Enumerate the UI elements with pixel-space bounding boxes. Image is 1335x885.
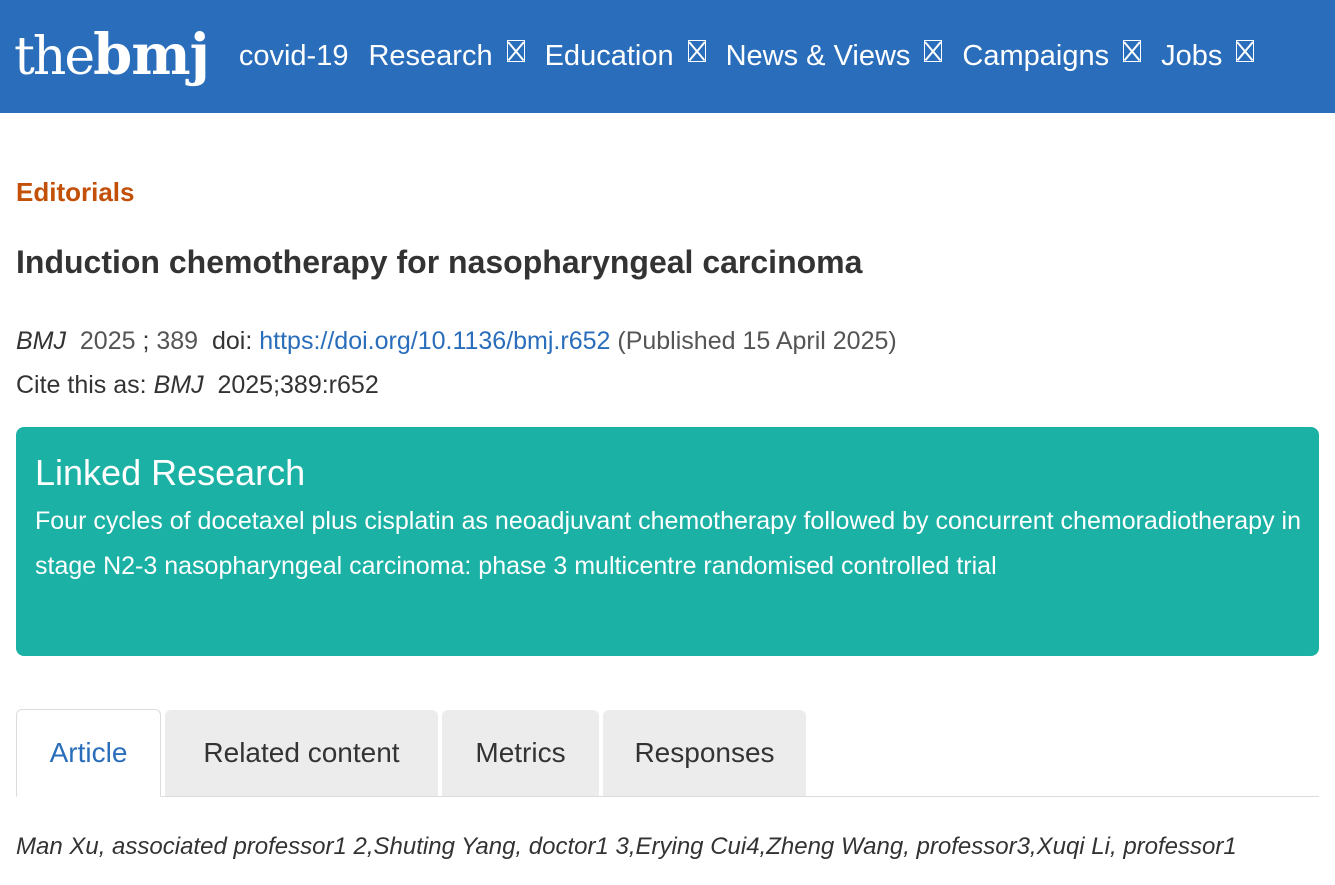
nav-news-views[interactable]: News & Views bbox=[725, 39, 943, 73]
bmj-logo[interactable]: the bmj bbox=[14, 21, 210, 88]
nav-label: covid-19 bbox=[238, 40, 349, 72]
author-list: Man Xu, associated professor1 2,Shuting … bbox=[16, 833, 1237, 860]
tab-article[interactable]: Article bbox=[16, 709, 161, 797]
tab-metrics[interactable]: Metrics bbox=[442, 710, 599, 796]
doi-link[interactable]: https://doi.org/10.1136/bmj.r652 bbox=[259, 327, 610, 355]
nav-jobs[interactable]: Jobs bbox=[1161, 39, 1255, 73]
linked-research-box: Linked Research Four cycles of docetaxel… bbox=[16, 427, 1319, 656]
nav-covid-19[interactable]: covid-19 bbox=[239, 40, 349, 73]
dropdown-icon[interactable] bbox=[1236, 39, 1255, 62]
section-label[interactable]: Editorials bbox=[16, 177, 1319, 208]
logo-bmj-text: bmj bbox=[93, 21, 210, 88]
nav-label: Jobs bbox=[1161, 40, 1223, 72]
nav-label: Education bbox=[544, 40, 674, 72]
cite-journal: BMJ bbox=[153, 371, 204, 399]
citation-line: BMJ 2025 ; 389 doi: https://doi.org/10.1… bbox=[16, 327, 897, 355]
journal-year: 2025 bbox=[79, 327, 136, 355]
cite-line: Cite this as: BMJ 2025;389:r652 bbox=[16, 363, 1319, 407]
nav-research[interactable]: Research bbox=[368, 39, 525, 73]
dropdown-icon[interactable] bbox=[1123, 39, 1142, 62]
linked-research-link[interactable]: Four cycles of docetaxel plus cisplatin … bbox=[35, 499, 1301, 589]
logo-the-text: the bbox=[14, 26, 95, 87]
article-tabs: Article Related content Metrics Response… bbox=[16, 708, 1319, 797]
tab-related-content[interactable]: Related content bbox=[165, 710, 438, 796]
published-date: (Published 15 April 2025) bbox=[617, 327, 897, 355]
doi-label: doi: bbox=[212, 327, 253, 355]
dropdown-icon[interactable] bbox=[924, 39, 943, 62]
nav-label: Campaigns bbox=[962, 40, 1110, 72]
journal-volume: 389 bbox=[156, 327, 199, 355]
nav-education[interactable]: Education bbox=[544, 39, 706, 73]
nav-campaigns[interactable]: Campaigns bbox=[962, 39, 1142, 73]
linked-research-heading: Linked Research bbox=[35, 452, 306, 493]
site-header: the bmj covid-19 Research Education News… bbox=[0, 0, 1335, 113]
article-content: Editorials Induction chemotherapy for na… bbox=[0, 177, 1335, 861]
tab-responses[interactable]: Responses bbox=[603, 710, 806, 796]
dropdown-icon[interactable] bbox=[506, 39, 525, 62]
nav-label: Research bbox=[368, 40, 493, 72]
dropdown-icon[interactable] bbox=[687, 39, 706, 62]
cite-label: Cite this as: bbox=[16, 371, 147, 399]
cite-value: 2025;389:r652 bbox=[217, 371, 379, 399]
article-title: Induction chemotherapy for nasopharyngea… bbox=[16, 244, 863, 280]
nav-label: News & Views bbox=[725, 40, 911, 72]
main-nav: covid-19 Research Education News & Views… bbox=[239, 39, 1275, 73]
journal-name: BMJ bbox=[16, 327, 66, 355]
article-meta: BMJ 2025 ; 389 doi: https://doi.org/10.1… bbox=[16, 319, 1319, 407]
